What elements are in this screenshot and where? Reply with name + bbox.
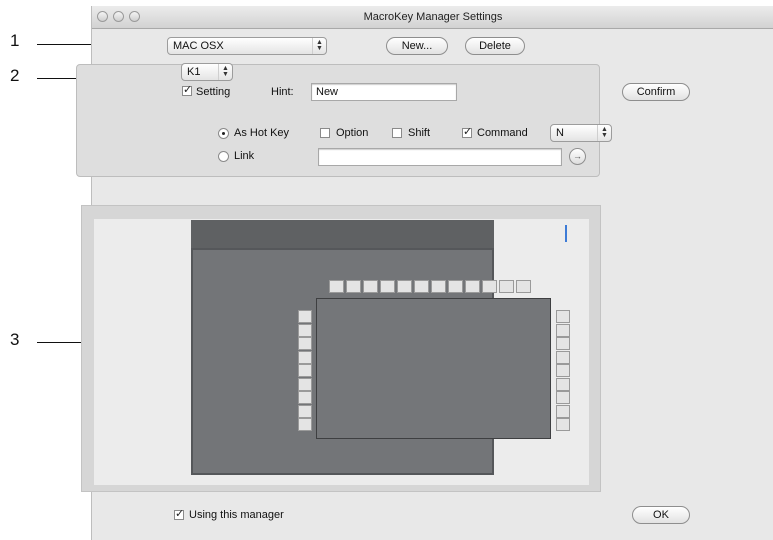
left-expresskey[interactable] bbox=[298, 350, 312, 364]
callout-number-2: 2 bbox=[10, 66, 20, 85]
option-label: Option bbox=[336, 127, 369, 139]
up-down-arrows-icon: ▲ ▼ bbox=[312, 38, 326, 54]
key-select-value: K1 bbox=[187, 66, 201, 78]
top-expresskey[interactable] bbox=[482, 280, 497, 293]
right-expresskey[interactable] bbox=[556, 377, 570, 391]
top-expresskey[interactable] bbox=[363, 280, 378, 293]
confirm-button[interactable]: Confirm bbox=[622, 83, 690, 101]
left-expresskey[interactable] bbox=[298, 323, 312, 337]
callout-number-3: 3 bbox=[10, 330, 20, 349]
right-expresskey[interactable] bbox=[556, 364, 570, 377]
left-expresskey[interactable] bbox=[298, 404, 312, 418]
top-expresskey[interactable] bbox=[431, 280, 446, 293]
top-expresskey[interactable] bbox=[516, 280, 531, 293]
left-expresskey[interactable] bbox=[298, 418, 312, 431]
option-checkbox[interactable] bbox=[320, 128, 330, 138]
window-title: MacroKey Manager Settings bbox=[363, 11, 503, 23]
setting-checkbox[interactable]: ✓ bbox=[182, 84, 193, 96]
link-input[interactable] bbox=[318, 148, 562, 166]
up-down-arrows-icon: ▲ ▼ bbox=[597, 125, 611, 141]
top-expresskey[interactable] bbox=[499, 280, 514, 293]
title-bar[interactable]: MacroKey Manager Settings bbox=[92, 6, 773, 29]
top-expresskey[interactable] bbox=[465, 280, 480, 293]
tablet-header bbox=[191, 220, 494, 248]
checkmark-icon: ✓ bbox=[175, 508, 185, 520]
ok-button[interactable]: OK bbox=[632, 506, 690, 524]
top-expresskey[interactable] bbox=[380, 280, 395, 293]
right-expresskey[interactable] bbox=[556, 310, 570, 323]
shift-label: Shift bbox=[408, 127, 431, 139]
shift-checkbox[interactable] bbox=[392, 128, 402, 138]
tablet-active-area bbox=[316, 298, 551, 439]
left-expresskey[interactable] bbox=[298, 364, 312, 377]
right-expresskey[interactable] bbox=[556, 350, 570, 364]
left-expresskey[interactable] bbox=[298, 377, 312, 391]
left-expresskey[interactable] bbox=[298, 337, 312, 350]
right-expresskey[interactable] bbox=[556, 404, 570, 418]
left-expresskey[interactable] bbox=[298, 310, 312, 323]
link-label: Link bbox=[234, 150, 255, 162]
setting-label: Setting bbox=[196, 86, 231, 98]
os-select[interactable]: MAC OSX ▲ ▼ bbox=[167, 37, 327, 55]
delete-button[interactable]: Delete bbox=[465, 37, 525, 55]
callout-number-1: 1 bbox=[10, 31, 20, 50]
right-expresskey[interactable] bbox=[556, 323, 570, 337]
tablet-indicator-light bbox=[565, 225, 567, 242]
right-expresskey[interactable] bbox=[556, 391, 570, 404]
hotkey-key-value: N bbox=[556, 127, 564, 139]
using-manager-label: Using this manager bbox=[189, 509, 284, 521]
hint-input[interactable]: New bbox=[311, 83, 457, 101]
up-down-arrows-icon: ▲ ▼ bbox=[218, 64, 232, 80]
top-expresskey[interactable] bbox=[346, 280, 361, 293]
top-expresskey[interactable] bbox=[329, 280, 344, 293]
arrow-right-icon: → bbox=[573, 151, 582, 161]
left-expresskey[interactable] bbox=[298, 391, 312, 404]
as-hotkey-label: As Hot Key bbox=[234, 127, 290, 139]
os-select-value: MAC OSX bbox=[173, 40, 224, 52]
checkmark-icon: ✓ bbox=[463, 126, 473, 138]
right-expresskey[interactable] bbox=[556, 337, 570, 350]
hint-label: Hint: bbox=[271, 86, 294, 98]
command-checkbox[interactable]: ✓ bbox=[462, 126, 473, 138]
checkmark-icon: ✓ bbox=[183, 84, 193, 96]
key-select[interactable]: K1 ▲ ▼ bbox=[181, 63, 233, 81]
link-radio[interactable] bbox=[218, 151, 229, 162]
top-expresskey[interactable] bbox=[397, 280, 412, 293]
top-expresskey[interactable] bbox=[414, 280, 429, 293]
using-manager-checkbox[interactable]: ✓ bbox=[174, 508, 185, 520]
new-button[interactable]: New... bbox=[386, 37, 448, 55]
top-expresskey[interactable] bbox=[448, 280, 463, 293]
right-expresskey[interactable] bbox=[556, 418, 570, 431]
command-label: Command bbox=[477, 127, 528, 139]
link-go-button[interactable]: → bbox=[569, 148, 586, 165]
as-hotkey-radio[interactable] bbox=[218, 128, 229, 139]
hotkey-key-select[interactable]: N ▲ ▼ bbox=[550, 124, 612, 142]
